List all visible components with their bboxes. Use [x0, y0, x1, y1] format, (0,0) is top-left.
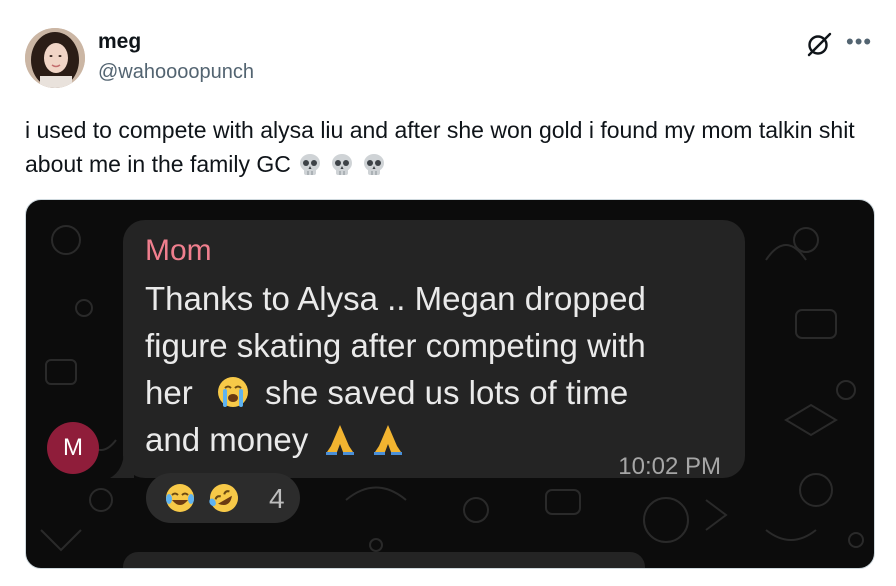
tweet-text: i used to compete with alysa liu and aft… — [25, 113, 875, 186]
message-line: Thanks to Alysa .. Megan dropped — [145, 280, 646, 317]
reactions-pill[interactable]: 4 — [146, 473, 300, 523]
skull-icon — [331, 154, 352, 175]
skull-icon — [299, 154, 320, 175]
message-bubble[interactable]: Mom Thanks to Alysa .. Megan dropped fig… — [123, 220, 745, 480]
sender-avatar[interactable]: M — [47, 422, 99, 474]
message-time: 10:02 PM — [618, 453, 721, 480]
message-line: figure skating after competing with — [145, 327, 646, 364]
reaction-count: 4 — [269, 483, 285, 514]
next-message-bubble-partial — [123, 552, 645, 568]
message-line: she saved us lots of time — [265, 374, 629, 411]
message-line: her — [145, 374, 193, 411]
bubble-tail — [110, 450, 134, 478]
user-handle[interactable]: @wahoooopunch — [98, 61, 254, 84]
tweet-body: i used to compete with alysa liu and aft… — [25, 117, 855, 177]
message-text: Thanks to Alysa .. Megan dropped figure … — [145, 275, 735, 463]
message-line: and money — [145, 421, 309, 458]
skull-icon — [363, 154, 384, 175]
face-with-tears-of-joy-icon — [166, 484, 194, 512]
display-name[interactable]: meg — [98, 30, 141, 54]
rolling-on-floor-laughing-icon — [209, 484, 238, 512]
tweet: meg @wahoooopunch ••• i used to compete … — [0, 0, 896, 586]
grok-icon[interactable] — [806, 31, 832, 57]
avatar-photo — [25, 28, 85, 88]
attached-image[interactable]: Mom Thanks to Alysa .. Megan dropped fig… — [25, 199, 875, 569]
skull-emoji-group — [291, 152, 387, 186]
loudly-crying-face-icon — [217, 377, 248, 407]
user-avatar[interactable] — [25, 28, 85, 88]
sender-name: Mom — [145, 234, 212, 267]
folded-hands-icon — [326, 425, 355, 455]
more-icon[interactable]: ••• — [846, 30, 876, 54]
folded-hands-icon — [373, 425, 402, 455]
